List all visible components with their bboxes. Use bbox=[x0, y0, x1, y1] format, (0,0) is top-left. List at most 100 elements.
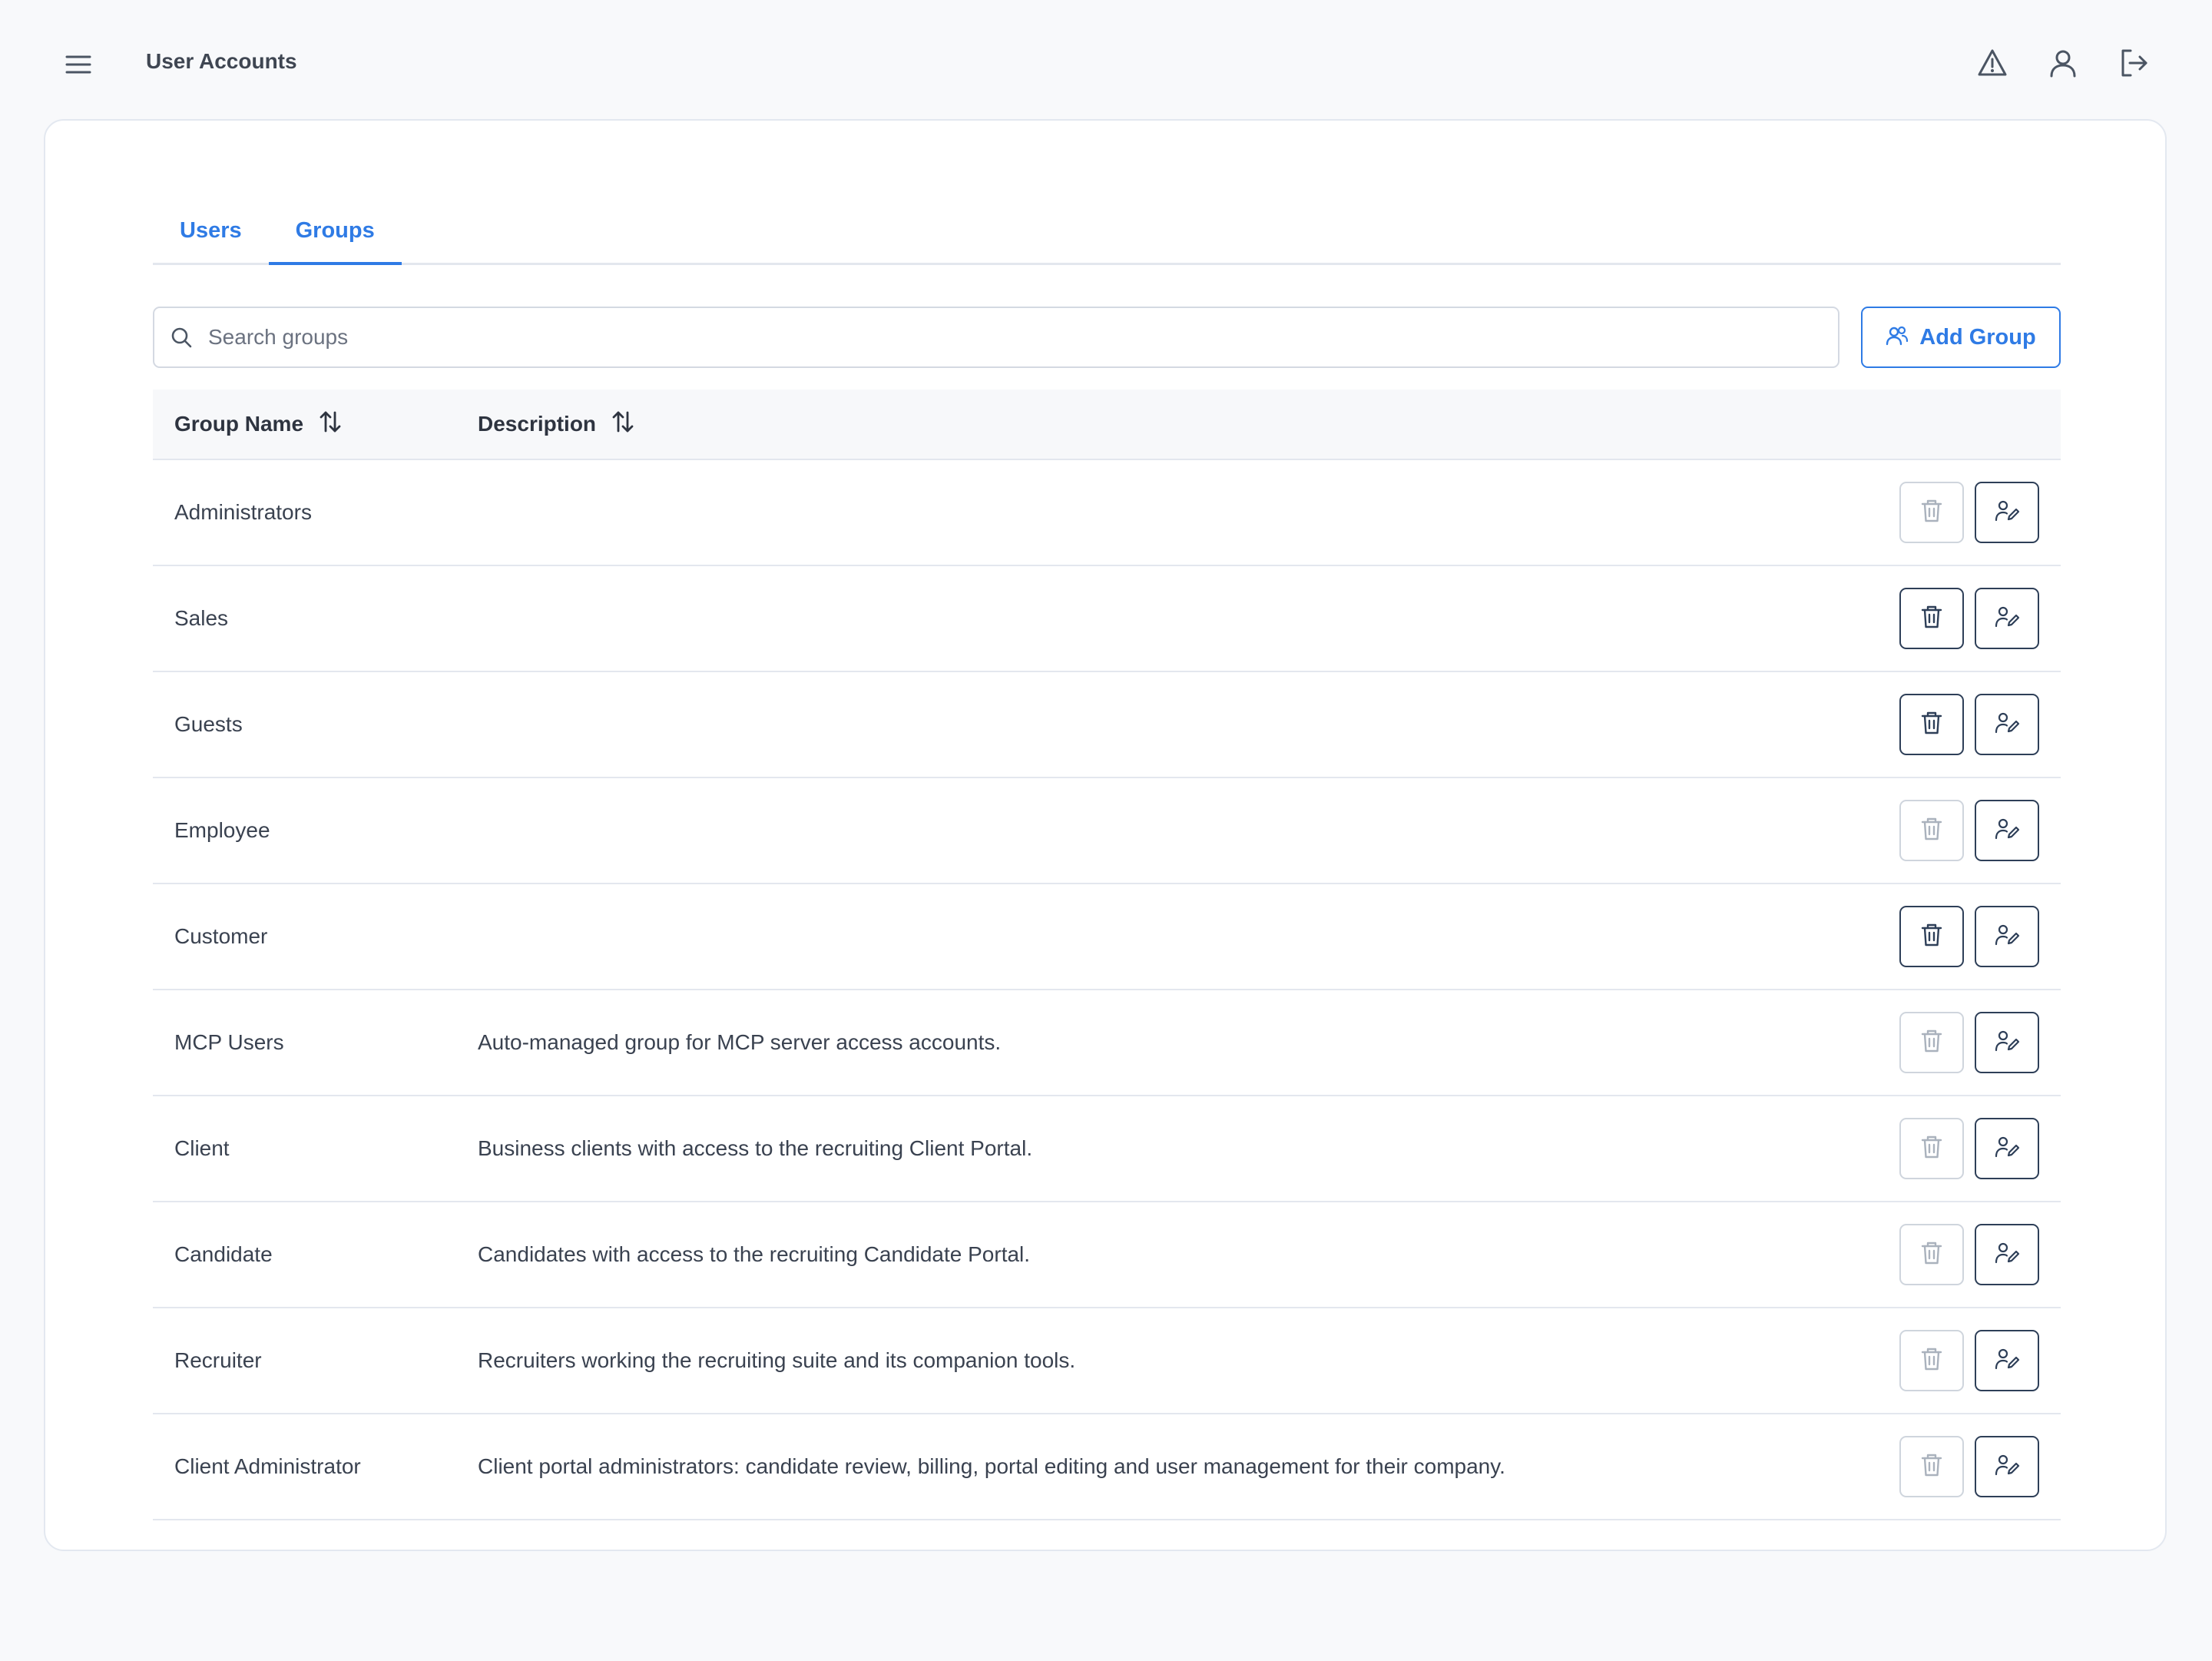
edit-group-members-button[interactable] bbox=[1975, 1012, 2039, 1073]
table-row: Recruiter Recruiters working the recruiti… bbox=[153, 1308, 2061, 1414]
group-name-cell: Sales bbox=[174, 606, 229, 630]
table-row: Sales bbox=[153, 566, 2061, 672]
table-header: Group Name Description bbox=[153, 390, 2061, 460]
row-actions bbox=[1899, 1012, 2039, 1073]
table-body: Administrators Sales Guests Employee Custome… bbox=[153, 460, 2061, 1520]
trash-icon bbox=[1920, 1135, 1943, 1163]
table-row: Guests bbox=[153, 672, 2061, 778]
edit-group-members-button[interactable] bbox=[1975, 800, 2039, 861]
tab-bar: Users Groups bbox=[153, 197, 2061, 265]
delete-group-button[interactable] bbox=[1899, 1012, 1964, 1073]
trash-icon bbox=[1920, 923, 1943, 951]
user-edit-icon bbox=[1994, 817, 2020, 844]
delete-group-button[interactable] bbox=[1899, 800, 1964, 861]
trash-icon bbox=[1920, 1347, 1943, 1375]
trash-icon bbox=[1920, 1029, 1943, 1057]
group-description-cell: Business clients with access to the recr… bbox=[478, 1136, 1033, 1160]
group-name-cell: Candidate bbox=[174, 1242, 273, 1266]
table-row: Client Business clients with access to th… bbox=[153, 1096, 2061, 1202]
table-row: Administrators bbox=[153, 460, 2061, 566]
user-edit-icon bbox=[1994, 711, 2020, 738]
edit-group-members-button[interactable] bbox=[1975, 1330, 2039, 1391]
user-edit-icon bbox=[1994, 1029, 2020, 1056]
trash-icon bbox=[1920, 605, 1943, 633]
row-actions bbox=[1899, 1224, 2039, 1285]
search-input[interactable] bbox=[207, 324, 1746, 350]
user-edit-icon bbox=[1994, 1136, 2020, 1162]
sort-icon bbox=[611, 409, 634, 439]
group-name-cell: Guests bbox=[174, 712, 243, 736]
group-description-cell: Candidates with access to the recruiting… bbox=[478, 1242, 1031, 1266]
column-label: Description bbox=[478, 412, 597, 436]
users-icon bbox=[1886, 325, 1909, 350]
group-description-cell: Auto-managed group for MCP server access… bbox=[478, 1030, 1002, 1054]
delete-group-button[interactable] bbox=[1899, 906, 1964, 967]
user-edit-icon bbox=[1994, 923, 2020, 950]
user-edit-icon bbox=[1994, 605, 2020, 632]
user-edit-icon bbox=[1994, 1242, 2020, 1268]
group-description-cell: Client portal administrators: candidate … bbox=[478, 1454, 1505, 1478]
group-name-cell: Client bbox=[174, 1136, 230, 1160]
trash-icon bbox=[1920, 817, 1943, 845]
row-actions bbox=[1899, 694, 2039, 755]
edit-group-members-button[interactable] bbox=[1975, 906, 2039, 967]
table-row: Candidate Candidates with access to the r… bbox=[153, 1202, 2061, 1308]
alert-triangle-icon[interactable] bbox=[1974, 45, 2011, 81]
group-name-cell: Customer bbox=[174, 924, 268, 948]
top-actions bbox=[1974, 45, 2152, 81]
sort-icon bbox=[319, 409, 342, 439]
table-row: Client Administrator Client portal admini… bbox=[153, 1414, 2061, 1520]
group-name-cell: Recruiter bbox=[174, 1348, 262, 1372]
edit-group-members-button[interactable] bbox=[1975, 588, 2039, 649]
main-card: Users Groups Add Group Group Name bbox=[44, 119, 2167, 1551]
delete-group-button[interactable] bbox=[1899, 1436, 1964, 1497]
trash-icon bbox=[1920, 1241, 1943, 1269]
table-row: MCP Users Auto-managed group for MCP serv… bbox=[153, 990, 2061, 1096]
search-icon bbox=[168, 324, 194, 350]
edit-group-members-button[interactable] bbox=[1975, 694, 2039, 755]
user-edit-icon bbox=[1994, 1348, 2020, 1374]
row-actions bbox=[1899, 588, 2039, 649]
column-label: Group Name bbox=[174, 412, 304, 436]
row-actions bbox=[1899, 800, 2039, 861]
delete-group-button[interactable] bbox=[1899, 1118, 1964, 1179]
row-actions bbox=[1899, 482, 2039, 543]
trash-icon bbox=[1920, 499, 1943, 527]
group-name-cell: Employee bbox=[174, 818, 270, 842]
menu-icon[interactable] bbox=[60, 46, 97, 83]
column-header-group-name[interactable]: Group Name bbox=[174, 390, 342, 459]
add-group-label: Add Group bbox=[1919, 324, 2036, 350]
add-group-button[interactable]: Add Group bbox=[1861, 307, 2061, 368]
logout-icon[interactable] bbox=[2115, 45, 2152, 81]
delete-group-button[interactable] bbox=[1899, 694, 1964, 755]
table-row: Employee bbox=[153, 778, 2061, 884]
user-edit-icon bbox=[1994, 1454, 2020, 1480]
tab-groups[interactable]: Groups bbox=[268, 197, 402, 265]
user-icon[interactable] bbox=[2045, 45, 2081, 81]
edit-group-members-button[interactable] bbox=[1975, 1118, 2039, 1179]
row-actions bbox=[1899, 1330, 2039, 1391]
edit-group-members-button[interactable] bbox=[1975, 1436, 2039, 1497]
group-name-cell: Administrators bbox=[174, 500, 312, 524]
delete-group-button[interactable] bbox=[1899, 1224, 1964, 1285]
group-name-cell: Client Administrator bbox=[174, 1454, 361, 1478]
groups-table: Group Name Description Administrators Sal… bbox=[153, 390, 2061, 1520]
page-title: User Accounts bbox=[146, 49, 297, 73]
row-actions bbox=[1899, 906, 2039, 967]
row-actions bbox=[1899, 1436, 2039, 1497]
delete-group-button[interactable] bbox=[1899, 1330, 1964, 1391]
top-bar: User Accounts bbox=[0, 0, 2212, 115]
edit-group-members-button[interactable] bbox=[1975, 1224, 2039, 1285]
search-box bbox=[153, 307, 1839, 368]
column-header-description[interactable]: Description bbox=[478, 390, 634, 459]
table-row: Customer bbox=[153, 884, 2061, 990]
user-edit-icon bbox=[1994, 499, 2020, 526]
delete-group-button[interactable] bbox=[1899, 588, 1964, 649]
trash-icon bbox=[1920, 1453, 1943, 1481]
edit-group-members-button[interactable] bbox=[1975, 482, 2039, 543]
row-actions bbox=[1899, 1118, 2039, 1179]
tab-users[interactable]: Users bbox=[153, 197, 269, 263]
group-name-cell: MCP Users bbox=[174, 1030, 284, 1054]
trash-icon bbox=[1920, 711, 1943, 739]
delete-group-button[interactable] bbox=[1899, 482, 1964, 543]
